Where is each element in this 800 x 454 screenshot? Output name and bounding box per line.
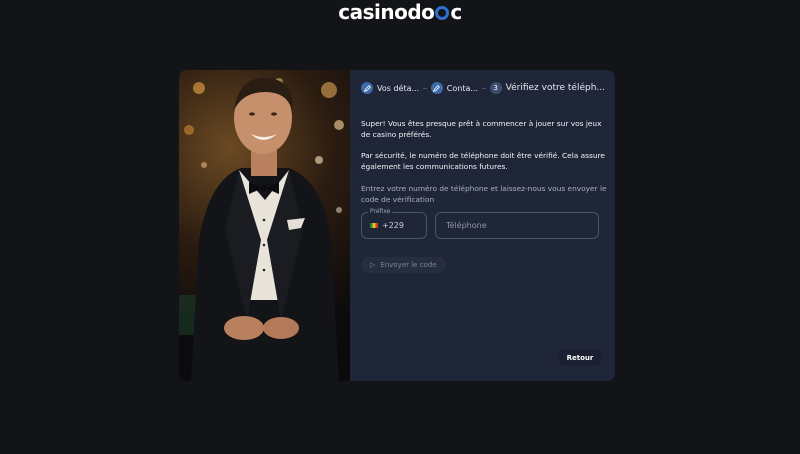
- back-button[interactable]: Retour: [558, 349, 602, 366]
- prefix-label: Préfixe: [368, 208, 393, 215]
- step-verify-phone: 3 Vérifiez votre téléph...: [489, 82, 605, 94]
- step-divider: [423, 87, 427, 89]
- step-divider: [481, 87, 486, 89]
- registration-stepper: Vos déta... Conta... 3 Vérifiez votre té…: [361, 81, 605, 95]
- pencil-icon: [361, 82, 373, 94]
- step-contact[interactable]: Conta...: [430, 82, 478, 94]
- casinodoc-logo: casinodo c: [338, 0, 462, 24]
- step-details-label: Vos déta...: [377, 83, 420, 93]
- phone-instruction: Entrez votre numéro de téléphone et lais…: [361, 184, 607, 204]
- benin-flag-icon: [370, 223, 378, 228]
- step-contact-label: Conta...: [446, 83, 478, 93]
- verification-panel: Vos déta... Conta... 3 Vérifiez votre té…: [350, 70, 615, 381]
- step-details[interactable]: Vos déta...: [361, 82, 419, 94]
- phone-placeholder: Téléphone: [446, 221, 487, 230]
- prefix-select[interactable]: +229: [361, 212, 427, 239]
- step-number: 3: [489, 82, 502, 94]
- prefix-value: +229: [382, 221, 404, 230]
- pencil-icon: [430, 82, 443, 94]
- send-icon: ▷: [370, 261, 376, 269]
- logo-text: casino: [338, 0, 408, 24]
- send-code-label: Envoyer le code: [380, 261, 437, 269]
- logo-chip-icon: [435, 6, 450, 20]
- back-label: Retour: [566, 353, 594, 362]
- phone-input[interactable]: Téléphone: [435, 212, 599, 239]
- registration-card: Vos déta... Conta... 3 Vérifiez votre té…: [179, 70, 615, 381]
- intro-text: Super! Vous êtes presque prêt à commence…: [361, 118, 606, 182]
- intro-paragraph-1: Super! Vous êtes presque prêt à commence…: [361, 119, 602, 139]
- step-verify-label: Vérifiez votre téléph...: [505, 83, 605, 93]
- casino-host-photo: [179, 70, 350, 381]
- intro-paragraph-2: Par sécurité, le numéro de téléphone doi…: [361, 151, 605, 171]
- send-code-button[interactable]: ▷ Envoyer le code: [361, 257, 446, 273]
